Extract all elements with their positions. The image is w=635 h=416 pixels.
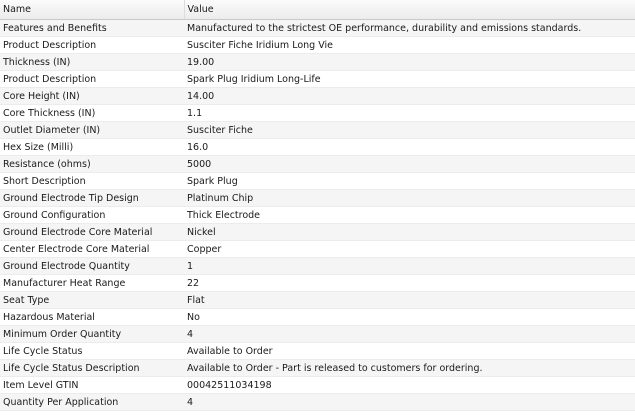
column-header-name[interactable]: Name xyxy=(0,0,185,20)
attribute-value-cell: Manufactured to the strictest OE perform… xyxy=(184,19,635,37)
attribute-name-cell: Core Thickness (IN) xyxy=(0,104,184,122)
table-row: Minimum Order Quantity 4 xyxy=(0,325,635,343)
attribute-value-cell: Available to Order xyxy=(184,342,635,360)
attribute-name-cell: Short Description xyxy=(0,172,184,190)
table-row: Item Level GTIN 00042511034198 xyxy=(0,376,635,394)
table-row: Features and Benefits Manufactured to the… xyxy=(0,19,635,37)
attribute-value-cell: Available to Order - Part is released to… xyxy=(184,359,635,377)
table-row: Resistance (ohms) 5000 xyxy=(0,155,635,173)
attribute-value-cell: Platinum Chip xyxy=(184,189,635,207)
table-row: Core Height (IN) 14.00 xyxy=(0,87,635,105)
header-row: Name Value xyxy=(0,0,635,20)
table-row: Quantity Per Application 4 xyxy=(0,393,635,411)
table-row: Product Description Susciter Fiche Iridiu… xyxy=(0,36,635,54)
table-row: Ground Electrode Core Material Nickel xyxy=(0,223,635,241)
attribute-name-cell: Ground Electrode Quantity xyxy=(0,257,184,275)
table-row: Outlet Diameter (IN) Susciter Fiche xyxy=(0,121,635,139)
attribute-value-cell: Susciter Fiche xyxy=(184,121,635,139)
table-header: Name Value xyxy=(0,0,635,20)
attribute-value-cell: 4 xyxy=(184,393,635,411)
attribute-name-cell: Life Cycle Status xyxy=(0,342,184,360)
attribute-name-cell: Resistance (ohms) xyxy=(0,155,184,173)
attribute-name-cell: Product Description xyxy=(0,36,184,54)
attribute-name-cell: Quantity Per Application xyxy=(0,393,184,411)
table-row: Short Description Spark Plug xyxy=(0,172,635,190)
attribute-name-cell: Core Height (IN) xyxy=(0,87,184,105)
table-row: Life Cycle Status Available to Order xyxy=(0,342,635,360)
table-row: Seat Type Flat xyxy=(0,291,635,309)
product-attributes-table: Name Value Features and Benefits Manufact… xyxy=(0,0,635,411)
table-body: Features and Benefits Manufactured to the… xyxy=(0,19,635,411)
attribute-name-cell: Product Description xyxy=(0,70,184,88)
attribute-name-cell: Center Electrode Core Material xyxy=(0,240,184,258)
attribute-name-cell: Ground Electrode Tip Design xyxy=(0,189,184,207)
attribute-value-cell: 1 xyxy=(184,257,635,275)
attribute-name-cell: Item Level GTIN xyxy=(0,376,184,394)
table-row: Ground Electrode Tip Design Platinum Chip xyxy=(0,189,635,207)
table-row: Hazardous Material No xyxy=(0,308,635,326)
column-header-value[interactable]: Value xyxy=(184,0,635,20)
table-row: Center Electrode Core Material Copper xyxy=(0,240,635,258)
table-row: Manufacturer Heat Range 22 xyxy=(0,274,635,292)
attribute-name-cell: Life Cycle Status Description xyxy=(0,359,184,377)
table-row: Thickness (IN) 19.00 xyxy=(0,53,635,71)
attribute-value-cell: Flat xyxy=(184,291,635,309)
attribute-name-cell: Minimum Order Quantity xyxy=(0,325,184,343)
attribute-value-cell: Spark Plug Iridium Long-Life xyxy=(184,70,635,88)
attribute-value-cell: 00042511034198 xyxy=(184,376,635,394)
table-row: Product Description Spark Plug Iridium Lo… xyxy=(0,70,635,88)
attribute-name-cell: Ground Configuration xyxy=(0,206,184,224)
attribute-name-cell: Outlet Diameter (IN) xyxy=(0,121,184,139)
attribute-value-cell: 5000 xyxy=(184,155,635,173)
attribute-value-cell: No xyxy=(184,308,635,326)
table-row: Life Cycle Status Description Available t… xyxy=(0,359,635,377)
attribute-name-cell: Hex Size (Milli) xyxy=(0,138,184,156)
table-row: Ground Configuration Thick Electrode xyxy=(0,206,635,224)
attribute-name-cell: Thickness (IN) xyxy=(0,53,184,71)
attribute-value-cell: Thick Electrode xyxy=(184,206,635,224)
attribute-value-cell: 19.00 xyxy=(184,53,635,71)
attribute-value-cell: 14.00 xyxy=(184,87,635,105)
attribute-name-cell: Hazardous Material xyxy=(0,308,184,326)
attribute-name-cell: Features and Benefits xyxy=(0,19,184,37)
table-row: Ground Electrode Quantity 1 xyxy=(0,257,635,275)
attribute-name-cell: Ground Electrode Core Material xyxy=(0,223,184,241)
attribute-value-cell: Nickel xyxy=(184,223,635,241)
attribute-value-cell: Copper xyxy=(184,240,635,258)
attribute-value-cell: 4 xyxy=(184,325,635,343)
attribute-value-cell: Susciter Fiche Iridium Long Vie xyxy=(184,36,635,54)
attribute-name-cell: Seat Type xyxy=(0,291,184,309)
attribute-name-cell: Manufacturer Heat Range xyxy=(0,274,184,292)
attribute-value-cell: Spark Plug xyxy=(184,172,635,190)
attribute-value-cell: 16.0 xyxy=(184,138,635,156)
table-row: Core Thickness (IN) 1.1 xyxy=(0,104,635,122)
attribute-value-cell: 22 xyxy=(184,274,635,292)
table-row: Hex Size (Milli) 16.0 xyxy=(0,138,635,156)
attribute-value-cell: 1.1 xyxy=(184,104,635,122)
